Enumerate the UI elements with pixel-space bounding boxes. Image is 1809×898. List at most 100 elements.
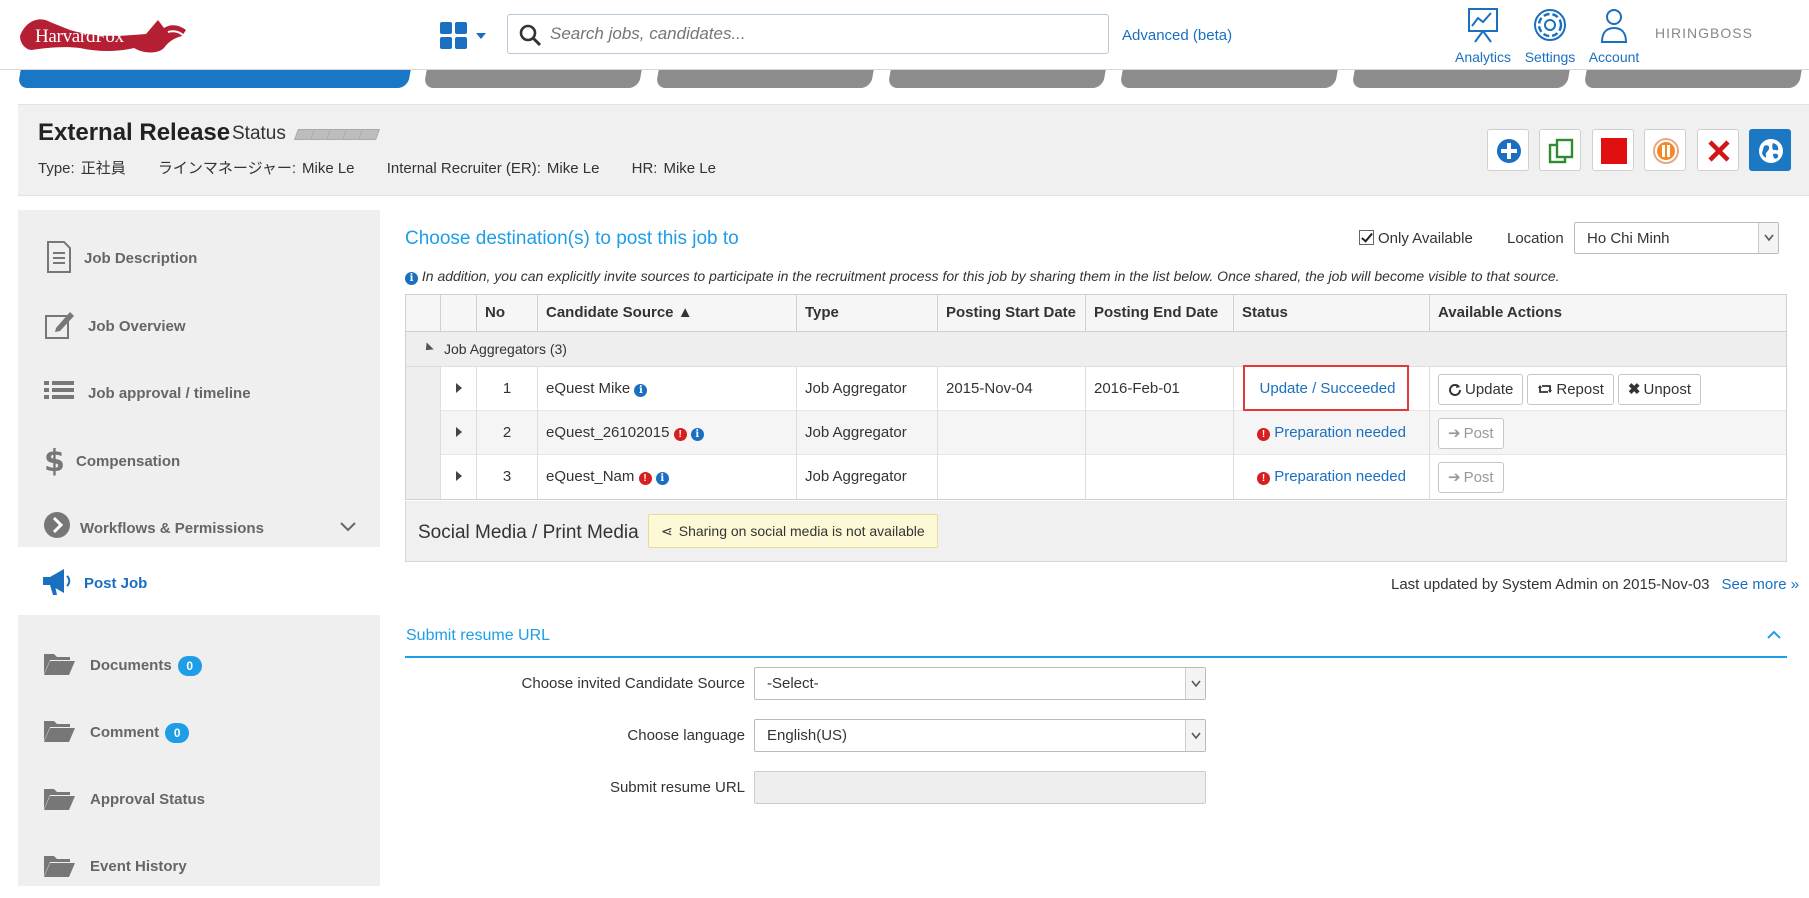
row-type: Job Aggregator	[796, 411, 937, 455]
meta-type-key: Type:	[38, 160, 75, 177]
only-available-checkbox[interactable]: Only Available	[1359, 230, 1473, 247]
pause-icon	[1653, 138, 1680, 164]
error-icon: !	[638, 472, 652, 485]
workflow-tab[interactable]	[423, 70, 644, 88]
sidebar-item-post-job[interactable]: Post Job	[18, 547, 380, 615]
header-start-date[interactable]: Posting Start Date	[937, 295, 1085, 331]
list-icon	[44, 381, 74, 399]
analytics-nav[interactable]: Analytics	[1452, 6, 1514, 66]
dollar-icon: $	[44, 444, 65, 477]
location-select[interactable]: Ho Chi Minh	[1574, 222, 1779, 254]
brand-name: HarvardFox	[35, 26, 124, 47]
dropdown-arrow-icon[interactable]	[1185, 720, 1205, 751]
row-source: eQuest Mike i	[537, 367, 796, 411]
job-header: External Release Status Type: 正社員 ラインマネージ…	[18, 104, 1809, 196]
update-button[interactable]: Update	[1438, 373, 1524, 405]
publish-globe-button[interactable]	[1749, 129, 1791, 171]
resume-url-field[interactable]	[754, 771, 1206, 804]
submit-resume-section-header[interactable]: Submit resume URL	[405, 616, 1787, 658]
status-link[interactable]: Update / Succeeded	[1260, 380, 1396, 397]
header-type[interactable]: Type	[796, 295, 937, 331]
table-row: 1 eQuest Mike i Job Aggregator 2015-Nov-…	[406, 365, 1787, 411]
header-status[interactable]: Status	[1233, 295, 1429, 331]
harvardfox-logo[interactable]: HarvardFox	[18, 14, 193, 56]
workflow-tab[interactable]	[655, 70, 876, 88]
meta-type-value: 正社員	[80, 160, 126, 177]
row-actions: ➔ Post	[1429, 411, 1787, 455]
only-available-label: Only Available	[1378, 230, 1473, 247]
header-candidate-source[interactable]: Candidate Source ▲	[537, 295, 796, 331]
header-no[interactable]: No	[476, 295, 537, 331]
expand-row-button[interactable]	[440, 411, 476, 455]
sidebar-item-approval-status[interactable]: Approval Status	[18, 765, 380, 831]
row-end-date	[1085, 411, 1233, 455]
info-icon[interactable]: i	[690, 428, 704, 441]
sidebar-item-job-approval[interactable]: Job approval / timeline	[18, 359, 380, 425]
post-button[interactable]: ➔ Post	[1438, 461, 1504, 493]
sidebar-item-compensation[interactable]: $ Compensation	[18, 427, 380, 493]
workflow-tab[interactable]	[1583, 70, 1804, 88]
sidebar-item-documents[interactable]: Documents 0	[18, 630, 380, 696]
status-link[interactable]: Preparation needed	[1274, 468, 1406, 485]
candidate-source-select[interactable]: -Select-	[754, 667, 1206, 700]
chevron-down-icon[interactable]	[340, 522, 356, 532]
header-end-date[interactable]: Posting End Date	[1085, 295, 1233, 331]
row-actions: Update Repost ✖ Unpost	[1429, 367, 1787, 411]
settings-nav[interactable]: Settings	[1522, 6, 1578, 66]
error-icon: !	[1257, 472, 1271, 485]
sidebar-item-label: Compensation	[76, 453, 181, 470]
search-icon	[519, 24, 542, 47]
unpost-button-label: Unpost	[1643, 380, 1692, 398]
repost-button[interactable]: Repost	[1527, 373, 1614, 405]
sidebar-item-label: Approval Status	[90, 791, 206, 808]
advanced-search-link[interactable]: Advanced (beta)	[1122, 27, 1232, 44]
sidebar-item-label: Job Overview	[88, 318, 186, 335]
status-label: Status	[232, 123, 286, 144]
job-sidebar: Job Description Job Overview Job approva…	[18, 210, 380, 886]
search-box[interactable]	[507, 14, 1109, 54]
expand-arrow-icon[interactable]	[455, 471, 462, 481]
table-row: 2 eQuest_26102015 ! i Job Aggregator ! P…	[406, 411, 1786, 455]
repost-button-label: Repost	[1556, 380, 1604, 398]
expand-row-button[interactable]	[440, 367, 476, 411]
sidebar-item-job-description[interactable]: Job Description	[18, 224, 380, 290]
header-blank	[406, 295, 440, 331]
dropdown-arrow-icon[interactable]	[1758, 223, 1778, 253]
chevron-up-icon[interactable]	[1767, 630, 1781, 640]
close-button[interactable]	[1696, 129, 1739, 171]
sidebar-item-job-overview[interactable]: Job Overview	[18, 292, 380, 358]
workflow-tab-strip	[0, 70, 1809, 90]
workflow-tab[interactable]	[1119, 70, 1340, 88]
status-link[interactable]: Preparation needed	[1274, 424, 1406, 441]
info-icon[interactable]: i	[655, 472, 669, 485]
stop-button[interactable]	[1591, 129, 1634, 171]
dropdown-arrow-icon[interactable]	[1185, 668, 1205, 699]
add-button[interactable]	[1486, 129, 1529, 171]
expand-arrow-icon[interactable]	[455, 427, 462, 437]
see-more-link[interactable]: See more »	[1722, 576, 1800, 593]
workflow-tab[interactable]	[887, 70, 1108, 88]
pause-button[interactable]	[1644, 129, 1687, 171]
post-button[interactable]: ➔ Post	[1438, 417, 1504, 449]
expand-row-button[interactable]	[440, 455, 476, 499]
workflow-tab[interactable]	[1351, 70, 1572, 88]
copy-button[interactable]	[1539, 129, 1582, 171]
language-select[interactable]: English(US)	[754, 719, 1206, 752]
unpost-button[interactable]: ✖ Unpost	[1617, 373, 1702, 405]
account-nav[interactable]: Account	[1584, 6, 1644, 66]
workflow-tab-active[interactable]	[17, 70, 413, 88]
job-meta: Type: 正社員 ラインマネージャー: Mike Le Internal Recr…	[38, 157, 744, 178]
expand-arrow-icon[interactable]	[455, 383, 462, 393]
sidebar-item-event-history[interactable]: Event History	[18, 832, 380, 898]
location-label: Location	[1507, 230, 1564, 247]
row-no: 2	[476, 411, 537, 455]
checkbox-checked-icon[interactable]	[1359, 230, 1374, 245]
search-input[interactable]	[548, 15, 1098, 53]
info-icon[interactable]: i	[634, 384, 648, 397]
collapse-triangle-icon[interactable]	[422, 342, 434, 354]
apps-menu-button[interactable]	[438, 20, 492, 52]
x-icon: ✖	[1627, 380, 1641, 398]
sidebar-item-comment[interactable]: Comment 0	[18, 697, 380, 763]
row-source: eQuest_Nam ! i	[537, 455, 796, 499]
group-row-job-aggregators[interactable]: Job Aggregators (3)	[406, 332, 1786, 367]
